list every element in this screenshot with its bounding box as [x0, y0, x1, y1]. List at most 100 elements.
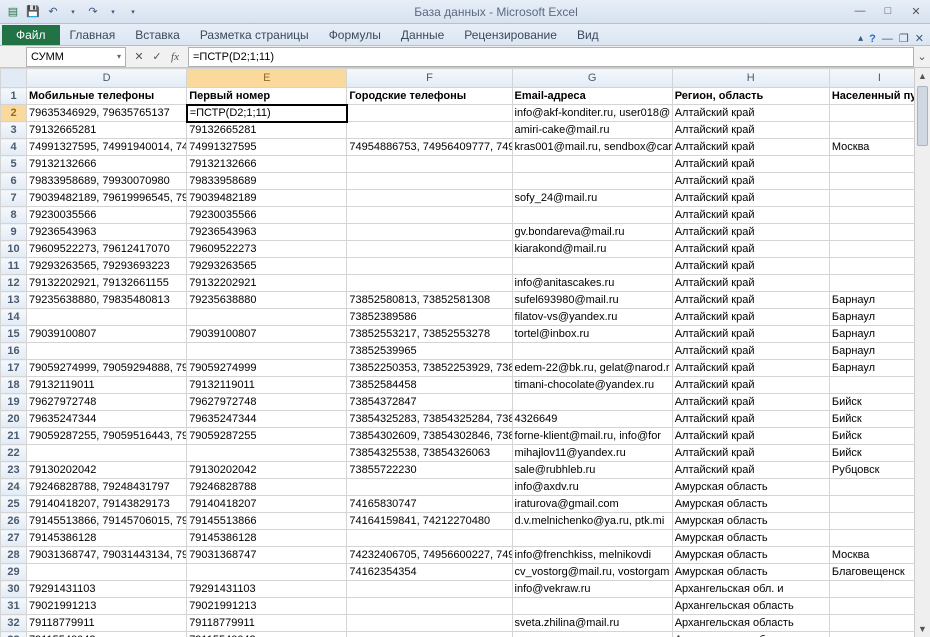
redo-dropdown-icon[interactable]: ▾ [104, 3, 122, 21]
row-header-7[interactable]: 7 [1, 190, 27, 207]
row-header-2[interactable]: 2 [1, 105, 27, 122]
header-cell[interactable]: Первый номер [187, 88, 347, 105]
cell-H29[interactable]: Амурская область [672, 564, 829, 581]
row-header-27[interactable]: 27 [1, 530, 27, 547]
cell-G27[interactable] [512, 530, 672, 547]
cell-H3[interactable]: Алтайский край [672, 122, 829, 139]
row-header-33[interactable]: 33 [1, 632, 27, 637]
cell-H23[interactable]: Алтайский край [672, 462, 829, 479]
tab-view[interactable]: Вид [567, 25, 609, 45]
cell-D19[interactable]: 79627972748 [27, 394, 187, 411]
row-header-25[interactable]: 25 [1, 496, 27, 513]
row-header-32[interactable]: 32 [1, 615, 27, 632]
row-header-21[interactable]: 21 [1, 428, 27, 445]
cell-D25[interactable]: 79140418207, 79143829173 [27, 496, 187, 513]
cell-G19[interactable] [512, 394, 672, 411]
row-header-14[interactable]: 14 [1, 309, 27, 326]
cell-D31[interactable]: 79021991213 [27, 598, 187, 615]
cell-H27[interactable]: Амурская область [672, 530, 829, 547]
column-header-F[interactable]: F [347, 69, 512, 88]
cell-G14[interactable]: filatov-vs@yandex.ru [512, 309, 672, 326]
tab-review[interactable]: Рецензирование [454, 25, 567, 45]
cell-D28[interactable]: 79031368747, 79031443134, 7903 [27, 547, 187, 564]
cell-D24[interactable]: 79246828788, 79248431797 [27, 479, 187, 496]
cell-F31[interactable] [347, 598, 512, 615]
cell-H31[interactable]: Архангельская область [672, 598, 829, 615]
cell-D3[interactable]: 79132665281 [27, 122, 187, 139]
tab-home[interactable]: Главная [60, 25, 126, 45]
cell-F23[interactable]: 73855722230 [347, 462, 512, 479]
help-icon[interactable]: ? [869, 33, 876, 45]
cell-E33[interactable]: 79115540043 [187, 632, 347, 637]
tab-insert[interactable]: Вставка [125, 25, 190, 45]
cell-G13[interactable]: sufel693980@mail.ru [512, 292, 672, 309]
select-all-corner[interactable] [1, 69, 27, 88]
cell-G4[interactable]: kras001@mail.ru, sendbox@car [512, 139, 672, 156]
row-header-6[interactable]: 6 [1, 173, 27, 190]
cell-F22[interactable]: 73854325538, 73854326063 [347, 445, 512, 462]
cell-F13[interactable]: 73852580813, 73852581308 [347, 292, 512, 309]
cell-D18[interactable]: 79132119011 [27, 377, 187, 394]
cell-H32[interactable]: Архангельская область [672, 615, 829, 632]
cell-F4[interactable]: 74954886753, 74956409777, 7495 [347, 139, 512, 156]
cell-D29[interactable] [27, 564, 187, 581]
cell-G8[interactable] [512, 207, 672, 224]
cell-E2[interactable]: =ПСТР(D2;1;11) [187, 105, 347, 122]
cell-F19[interactable]: 73854372847 [347, 394, 512, 411]
cell-E22[interactable] [187, 445, 347, 462]
cell-G16[interactable] [512, 343, 672, 360]
cell-E31[interactable]: 79021991213 [187, 598, 347, 615]
cell-H13[interactable]: Алтайский край [672, 292, 829, 309]
cell-F17[interactable]: 73852250353, 73852253929, 7385 [347, 360, 512, 377]
cell-G29[interactable]: cv_vostorg@mail.ru, vostorgam [512, 564, 672, 581]
cell-D11[interactable]: 79293263565, 79293693223 [27, 258, 187, 275]
cell-H9[interactable]: Алтайский край [672, 224, 829, 241]
row-header-1[interactable]: 1 [1, 88, 27, 105]
cell-G10[interactable]: kiarakond@mail.ru [512, 241, 672, 258]
row-header-18[interactable]: 18 [1, 377, 27, 394]
cell-F8[interactable] [347, 207, 512, 224]
cell-G24[interactable]: info@axdv.ru [512, 479, 672, 496]
cell-D9[interactable]: 79236543963 [27, 224, 187, 241]
cell-D2[interactable]: 79635346929, 79635765137 [27, 105, 187, 122]
cell-G26[interactable]: d.v.melnichenko@ya.ru, ptk.mi [512, 513, 672, 530]
row-header-22[interactable]: 22 [1, 445, 27, 462]
column-header-E[interactable]: E [187, 69, 347, 88]
formula-bar-expand-icon[interactable]: ⌄ [914, 50, 930, 63]
row-header-12[interactable]: 12 [1, 275, 27, 292]
cell-G30[interactable]: info@vekraw.ru [512, 581, 672, 598]
cell-H12[interactable]: Алтайский край [672, 275, 829, 292]
cell-G28[interactable]: info@frenchkiss, melnikovdi [512, 547, 672, 564]
cell-E3[interactable]: 79132665281 [187, 122, 347, 139]
cell-F2[interactable] [347, 105, 512, 122]
scroll-up-icon[interactable]: ▲ [915, 68, 930, 84]
ribbon-minimize-icon[interactable]: ▴ [858, 33, 863, 44]
cell-F29[interactable]: 74162354354 [347, 564, 512, 581]
cell-E29[interactable] [187, 564, 347, 581]
minimize-button[interactable]: — [850, 5, 870, 18]
cell-E25[interactable]: 79140418207 [187, 496, 347, 513]
workbook-minimize-icon[interactable]: — [882, 33, 893, 45]
cell-F9[interactable] [347, 224, 512, 241]
cell-H5[interactable]: Алтайский край [672, 156, 829, 173]
cell-H6[interactable]: Алтайский край [672, 173, 829, 190]
row-header-31[interactable]: 31 [1, 598, 27, 615]
column-header-H[interactable]: H [672, 69, 829, 88]
cell-F27[interactable] [347, 530, 512, 547]
header-cell[interactable]: Мобильные телефоны [27, 88, 187, 105]
cell-E21[interactable]: 79059287255 [187, 428, 347, 445]
cell-G20[interactable]: 4326649 [512, 411, 672, 428]
enter-formula-icon[interactable]: ✓ [150, 50, 164, 63]
formula-input[interactable]: =ПСТР(D2;1;11) [188, 47, 914, 67]
cell-E9[interactable]: 79236543963 [187, 224, 347, 241]
cell-H16[interactable]: Алтайский край [672, 343, 829, 360]
cell-D30[interactable]: 79291431103 [27, 581, 187, 598]
cell-E17[interactable]: 79059274999 [187, 360, 347, 377]
cell-H24[interactable]: Амурская область [672, 479, 829, 496]
cell-H2[interactable]: Алтайский край [672, 105, 829, 122]
cell-E10[interactable]: 79609522273 [187, 241, 347, 258]
header-cell[interactable]: Городские телефоны [347, 88, 512, 105]
cell-F7[interactable] [347, 190, 512, 207]
cell-F32[interactable] [347, 615, 512, 632]
insert-function-icon[interactable]: fx [168, 51, 182, 63]
